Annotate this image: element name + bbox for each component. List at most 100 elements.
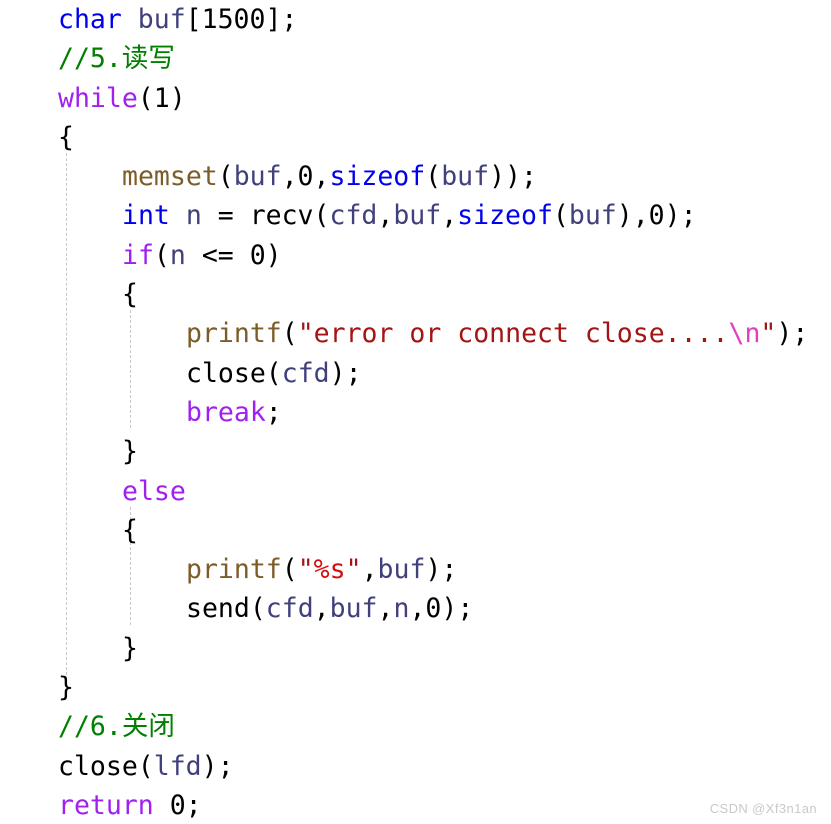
- code-token: {: [122, 514, 138, 546]
- code-line[interactable]: }: [0, 432, 831, 471]
- code-line[interactable]: int n = recv(cfd,buf,sizeof(buf),0);: [0, 196, 831, 235]
- code-token: 0: [425, 593, 442, 625]
- code-line[interactable]: return 0;: [0, 786, 831, 824]
- code-line[interactable]: }: [0, 629, 831, 668]
- code-token: \n: [728, 318, 761, 350]
- code-token: {: [58, 121, 74, 153]
- code-token: lfd: [153, 750, 202, 782]
- code-token: {: [122, 279, 138, 311]
- code-token: buf: [441, 161, 490, 193]
- code-token: ;: [265, 396, 282, 428]
- code-token: );: [201, 750, 234, 782]
- code-token: ": [760, 318, 777, 350]
- code-token: 0: [169, 789, 186, 821]
- code-token: printf: [186, 318, 282, 350]
- code-line[interactable]: while(1): [0, 79, 831, 118]
- code-line[interactable]: break;: [0, 393, 831, 432]
- code-token: );: [776, 318, 809, 350]
- code-line[interactable]: //5.读写: [0, 39, 831, 78]
- code-token: (: [552, 200, 569, 232]
- code-token: ,: [281, 161, 298, 193]
- code-token: );: [664, 200, 697, 232]
- code-token: buf: [568, 200, 617, 232]
- code-token: buf: [377, 554, 426, 586]
- code-token: (: [249, 593, 266, 625]
- code-token: ,: [313, 593, 330, 625]
- code-token: cfd: [265, 593, 314, 625]
- code-token: n: [169, 239, 186, 271]
- code-token: <=: [185, 239, 250, 271]
- code-token: n: [393, 593, 410, 625]
- code-line[interactable]: else: [0, 472, 831, 511]
- code-token: if: [122, 239, 154, 271]
- code-token: ));: [489, 161, 537, 193]
- code-token: buf: [329, 593, 378, 625]
- code-line[interactable]: printf("%s",buf);: [0, 550, 831, 589]
- code-token: buf: [393, 200, 442, 232]
- code-line[interactable]: }: [0, 668, 831, 707]
- code-token: (: [153, 239, 170, 271]
- csdn-watermark: CSDN @Xf3n1an: [709, 801, 817, 816]
- code-token: (: [281, 318, 298, 350]
- code-token: 1500: [201, 4, 266, 35]
- code-token: 0: [249, 239, 266, 271]
- code-token: );: [441, 593, 474, 625]
- code-token: (: [137, 750, 154, 782]
- code-token: send: [186, 593, 250, 625]
- code-token: ,: [377, 200, 394, 232]
- code-line[interactable]: memset(buf,0,sizeof(buf));: [0, 157, 831, 196]
- code-token: 0: [297, 161, 314, 193]
- code-line[interactable]: if(n <= 0): [0, 236, 831, 275]
- code-token: ),: [616, 200, 649, 232]
- code-token: n: [185, 200, 202, 232]
- code-block[interactable]: char buf[1500];//5.读写 while(1){memset(buf…: [0, 0, 831, 824]
- code-token: (: [137, 82, 154, 114]
- code-token: 1: [153, 82, 170, 114]
- code-token: cfd: [329, 200, 378, 232]
- code-token: ;: [185, 789, 202, 821]
- code-token: ,: [361, 554, 378, 586]
- code-line[interactable]: printf("error or connect close....\n");: [0, 314, 831, 353]
- code-token: break: [186, 396, 266, 428]
- code-line[interactable]: //6.关闭: [0, 707, 831, 746]
- code-token: //6.关闭: [58, 711, 175, 743]
- code-token: ": [297, 554, 314, 586]
- code-token: else: [122, 475, 186, 507]
- code-token: close: [186, 357, 266, 389]
- code-token: (: [313, 200, 330, 232]
- code-line[interactable]: send(cfd,buf,n,0);: [0, 589, 831, 628]
- code-token: recv: [249, 200, 314, 232]
- code-token: close: [58, 750, 138, 782]
- code-token: ,: [377, 593, 394, 625]
- code-token: cfd: [281, 357, 330, 389]
- code-token: }: [122, 632, 138, 664]
- code-token: ": [345, 554, 362, 586]
- code-line[interactable]: close(lfd);: [0, 747, 831, 786]
- code-token: }: [58, 672, 74, 704]
- code-line[interactable]: {: [0, 275, 831, 314]
- code-token: sizeof: [457, 200, 553, 232]
- code-token: "error or connect close....: [297, 318, 729, 350]
- code-token: );: [329, 357, 362, 389]
- code-token: buf: [233, 161, 282, 193]
- code-token: (: [217, 161, 234, 193]
- code-token: (: [281, 554, 298, 586]
- code-token: (: [425, 161, 442, 193]
- code-token: 0: [648, 200, 665, 232]
- code-token: return: [58, 789, 154, 821]
- code-line[interactable]: char buf[1500];: [0, 0, 831, 39]
- code-token: ,: [313, 161, 330, 193]
- code-token: ,: [441, 200, 458, 232]
- code-line[interactable]: {: [0, 511, 831, 550]
- code-token: int: [122, 200, 170, 232]
- code-line[interactable]: close(cfd);: [0, 354, 831, 393]
- code-token: );: [425, 554, 458, 586]
- code-screenshot: char buf[1500];//5.读写 while(1){memset(buf…: [0, 0, 831, 824]
- code-token: char: [58, 4, 122, 35]
- code-line[interactable]: {: [0, 118, 831, 157]
- code-token: %s: [313, 554, 346, 586]
- code-token: ,: [409, 593, 426, 625]
